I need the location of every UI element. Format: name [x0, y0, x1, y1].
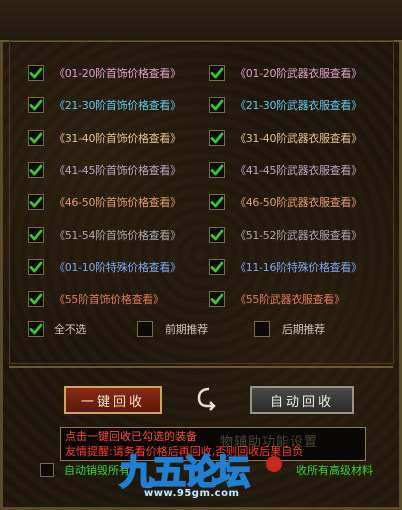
price-view-option[interactable]: 《01-20阶武器衣服查看》	[209, 62, 362, 84]
price-view-checkbox[interactable]	[209, 162, 225, 178]
early-recommend-checkbox[interactable]	[137, 321, 153, 337]
checkmark-icon	[210, 99, 224, 111]
price-view-label: 《46-50阶首饰价格查看》	[54, 196, 181, 209]
price-view-label: 《41-45阶武器衣服查看》	[235, 164, 362, 177]
price-view-label: 《21-30阶武器衣服查看》	[235, 99, 362, 112]
price-view-option[interactable]: 《31-40阶首饰价格查看》	[28, 127, 181, 149]
price-view-label: 《21-30阶首饰价格查看》	[54, 99, 181, 112]
late-recommend-label: 后期推荐	[282, 323, 325, 336]
checkmark-icon	[29, 323, 43, 335]
checkmark-icon	[29, 261, 43, 273]
auto-recycle-advanced-option[interactable]: 收所有高级材料	[296, 460, 373, 480]
top-header-band	[0, 0, 402, 42]
checkmark-icon	[210, 261, 224, 273]
checkmark-icon	[210, 67, 224, 79]
price-view-label: 《41-45阶首饰价格查看》	[54, 164, 181, 177]
watermark-url: www.95gm.com	[144, 488, 240, 499]
price-view-option[interactable]: 《51-54阶首饰价格查看》	[28, 224, 181, 246]
checkmark-icon	[29, 67, 43, 79]
section-divider	[9, 366, 393, 368]
price-view-label: 《31-40阶首饰价格查看》	[54, 132, 181, 145]
price-view-option[interactable]: 《46-50阶武器衣服查看》	[209, 191, 362, 213]
price-view-option[interactable]: 《55阶首饰价格查看》	[28, 288, 164, 310]
price-view-checkbox[interactable]	[28, 259, 44, 275]
late-recommend-option[interactable]: 后期推荐	[254, 318, 325, 340]
auto-destroy-checkbox[interactable]	[40, 463, 54, 477]
price-view-label: 《01-10阶特殊价格查看》	[54, 261, 181, 274]
price-view-label: 《51-52阶武器衣服查看》	[235, 229, 362, 242]
checkmark-icon	[210, 164, 224, 176]
price-view-checkbox[interactable]	[209, 227, 225, 243]
price-view-checkbox[interactable]	[209, 194, 225, 210]
one-click-recycle-button[interactable]: 一键回收	[64, 386, 162, 414]
price-view-option[interactable]: 《01-10阶特殊价格查看》	[28, 256, 181, 278]
late-recommend-checkbox[interactable]	[254, 321, 270, 337]
select-none-option[interactable]: 全不选	[28, 318, 86, 340]
price-view-checkbox[interactable]	[28, 227, 44, 243]
checkmark-icon	[210, 229, 224, 241]
price-view-label: 《11-16阶特殊价格查看》	[235, 261, 362, 274]
auto-recycle-button[interactable]: 自动回收	[250, 386, 354, 414]
price-view-option[interactable]: 《21-30阶首饰价格查看》	[28, 94, 181, 116]
price-view-option[interactable]: 《41-45阶首饰价格查看》	[28, 159, 181, 181]
select-none-checkbox[interactable]	[28, 321, 44, 337]
price-view-checkbox[interactable]	[209, 291, 225, 307]
price-view-option[interactable]: 《11-16阶特殊价格查看》	[209, 256, 362, 278]
price-view-option[interactable]: 《51-52阶武器衣服查看》	[209, 224, 362, 246]
price-view-checkbox[interactable]	[28, 65, 44, 81]
price-view-label: 《01-20阶武器衣服查看》	[235, 67, 362, 80]
checkmark-icon	[210, 293, 224, 305]
price-view-label: 《55阶首饰价格查看》	[54, 293, 164, 306]
checkmark-icon	[210, 132, 224, 144]
price-view-label: 《01-20阶首饰价格查看》	[54, 67, 181, 80]
price-view-option[interactable]: 《21-30阶武器衣服查看》	[209, 94, 362, 116]
price-view-checkbox[interactable]	[209, 130, 225, 146]
price-view-option[interactable]: 《46-50阶首饰价格查看》	[28, 191, 181, 213]
checkmark-icon	[29, 229, 43, 241]
early-recommend-label: 前期推荐	[165, 323, 208, 336]
price-view-checkbox[interactable]	[28, 291, 44, 307]
price-view-checkbox[interactable]	[209, 97, 225, 113]
price-view-option[interactable]: 《55阶武器衣服查看》	[209, 288, 345, 310]
price-view-label: 《55阶武器衣服查看》	[235, 293, 345, 306]
checkmark-icon	[210, 196, 224, 208]
price-view-checkbox[interactable]	[28, 97, 44, 113]
checkmark-icon	[29, 164, 43, 176]
swap-arrows-icon[interactable]	[195, 386, 217, 412]
early-recommend-option[interactable]: 前期推荐	[137, 318, 208, 340]
price-view-checkbox[interactable]	[209, 65, 225, 81]
price-view-label: 《31-40阶武器衣服查看》	[235, 132, 362, 145]
checkmark-icon	[29, 132, 43, 144]
price-view-option[interactable]: 《01-20阶首饰价格查看》	[28, 62, 181, 84]
price-view-label: 《46-50阶武器衣服查看》	[235, 196, 362, 209]
price-view-checkbox[interactable]	[28, 162, 44, 178]
watermark-logo-text: 九五论坛	[120, 453, 250, 493]
price-view-option[interactable]: 《41-45阶武器衣服查看》	[209, 159, 362, 181]
price-view-checkbox[interactable]	[209, 259, 225, 275]
checkmark-icon	[29, 99, 43, 111]
checkmark-icon	[29, 293, 43, 305]
select-none-label: 全不选	[54, 323, 87, 336]
price-view-label: 《51-54阶首饰价格查看》	[54, 229, 181, 242]
price-view-checkbox[interactable]	[28, 194, 44, 210]
price-view-checkbox[interactable]	[28, 130, 44, 146]
auto-recycle-advanced-label: 收所有高级材料	[296, 464, 373, 477]
checkmark-icon	[29, 196, 43, 208]
price-view-option[interactable]: 《31-40阶武器衣服查看》	[209, 127, 362, 149]
